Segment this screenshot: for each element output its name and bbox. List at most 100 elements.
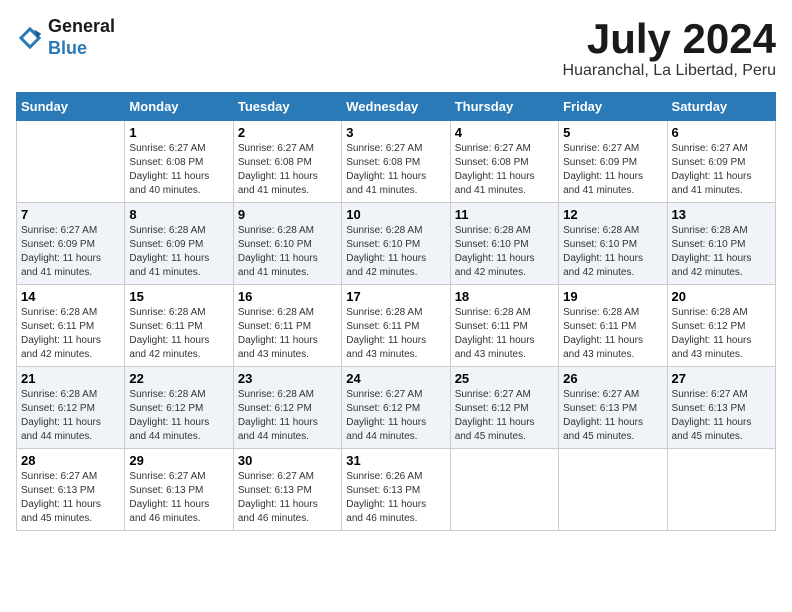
day-number: 6	[672, 125, 771, 140]
day-header-wednesday: Wednesday	[342, 93, 450, 121]
title-area: July 2024 Huaranchal, La Libertad, Peru	[563, 16, 776, 80]
day-number: 27	[672, 371, 771, 386]
day-number: 3	[346, 125, 445, 140]
calendar-cell: 15 Sunrise: 6:28 AMSunset: 6:11 PMDayligh…	[125, 285, 233, 367]
day-header-saturday: Saturday	[667, 93, 775, 121]
day-header-tuesday: Tuesday	[233, 93, 341, 121]
day-number: 15	[129, 289, 228, 304]
day-number: 20	[672, 289, 771, 304]
day-number: 2	[238, 125, 337, 140]
day-number: 5	[563, 125, 662, 140]
day-number: 16	[238, 289, 337, 304]
day-number: 28	[21, 453, 120, 468]
day-header-friday: Friday	[559, 93, 667, 121]
calendar-cell: 26 Sunrise: 6:27 AMSunset: 6:13 PMDayligh…	[559, 367, 667, 449]
calendar-cell: 13 Sunrise: 6:28 AMSunset: 6:10 PMDayligh…	[667, 203, 775, 285]
subtitle: Huaranchal, La Libertad, Peru	[563, 62, 776, 80]
day-info: Sunrise: 6:28 AMSunset: 6:11 PMDaylight:…	[455, 306, 554, 362]
calendar-cell: 27 Sunrise: 6:27 AMSunset: 6:13 PMDayligh…	[667, 367, 775, 449]
calendar-cell	[559, 449, 667, 531]
calendar-cell: 19Sunrise: 6:28 AMSunset: 6:11 PMDayligh…	[559, 285, 667, 367]
calendar-cell: 28 Sunrise: 6:27 AMSunset: 6:13 PMDayligh…	[17, 449, 125, 531]
day-info: Sunrise: 6:28 AMSunset: 6:11 PMDaylight:…	[129, 306, 228, 362]
day-number: 22	[129, 371, 228, 386]
calendar-cell: 24 Sunrise: 6:27 AMSunset: 6:12 PMDayligh…	[342, 367, 450, 449]
calendar-cell: 25Sunrise: 6:27 AMSunset: 6:12 PMDayligh…	[450, 367, 558, 449]
calendar-cell: 5Sunrise: 6:27 AMSunset: 6:09 PMDaylight…	[559, 121, 667, 203]
calendar-cell: 10Sunrise: 6:28 AMSunset: 6:10 PMDayligh…	[342, 203, 450, 285]
day-info: Sunrise: 6:28 AMSunset: 6:11 PMDaylight:…	[21, 306, 120, 362]
day-number: 29	[129, 453, 228, 468]
calendar-cell: 22 Sunrise: 6:28 AMSunset: 6:12 PMDayligh…	[125, 367, 233, 449]
day-number: 26	[563, 371, 662, 386]
day-info: Sunrise: 6:27 AMSunset: 6:13 PMDaylight:…	[129, 470, 228, 526]
calendar-cell	[667, 449, 775, 531]
day-number: 9	[238, 207, 337, 222]
day-info: Sunrise: 6:28 AMSunset: 6:10 PMDaylight:…	[672, 224, 771, 280]
day-number: 7	[21, 207, 120, 222]
calendar-cell: 9Sunrise: 6:28 AMSunset: 6:10 PMDaylight…	[233, 203, 341, 285]
day-info: Sunrise: 6:28 AMSunset: 6:12 PMDaylight:…	[21, 388, 120, 444]
day-number: 25	[455, 371, 554, 386]
day-info: Sunrise: 6:26 AMSunset: 6:13 PMDaylight:…	[346, 470, 445, 526]
calendar-cell: 17 Sunrise: 6:28 AMSunset: 6:11 PMDayligh…	[342, 285, 450, 367]
calendar-cell: 21 Sunrise: 6:28 AMSunset: 6:12 PMDayligh…	[17, 367, 125, 449]
calendar-cell: 4Sunrise: 6:27 AMSunset: 6:08 PMDaylight…	[450, 121, 558, 203]
day-info: Sunrise: 6:28 AMSunset: 6:09 PMDaylight:…	[129, 224, 228, 280]
day-info: Sunrise: 6:28 AMSunset: 6:10 PMDaylight:…	[346, 224, 445, 280]
calendar-cell: 16 Sunrise: 6:28 AMSunset: 6:11 PMDayligh…	[233, 285, 341, 367]
day-number: 30	[238, 453, 337, 468]
day-info: Sunrise: 6:27 AMSunset: 6:08 PMDaylight:…	[238, 142, 337, 198]
day-number: 23	[238, 371, 337, 386]
day-info: Sunrise: 6:27 AMSunset: 6:12 PMDaylight:…	[346, 388, 445, 444]
day-number: 17	[346, 289, 445, 304]
day-info: Sunrise: 6:27 AMSunset: 6:13 PMDaylight:…	[563, 388, 662, 444]
calendar-cell: 2 Sunrise: 6:27 AMSunset: 6:08 PMDaylight…	[233, 121, 341, 203]
calendar-table: SundayMondayTuesdayWednesdayThursdayFrid…	[16, 92, 776, 531]
week-row-2: 7 Sunrise: 6:27 AMSunset: 6:09 PMDaylight…	[17, 203, 776, 285]
calendar-cell: 20 Sunrise: 6:28 AMSunset: 6:12 PMDayligh…	[667, 285, 775, 367]
day-info: Sunrise: 6:28 AMSunset: 6:10 PMDaylight:…	[563, 224, 662, 280]
day-number: 14	[21, 289, 120, 304]
day-info: Sunrise: 6:28 AMSunset: 6:11 PMDaylight:…	[563, 306, 662, 362]
day-number: 21	[21, 371, 120, 386]
logo-general-text: General	[48, 16, 115, 36]
day-info: Sunrise: 6:27 AMSunset: 6:08 PMDaylight:…	[455, 142, 554, 198]
day-number: 11	[455, 207, 554, 222]
day-info: Sunrise: 6:27 AMSunset: 6:13 PMDaylight:…	[672, 388, 771, 444]
calendar-cell: 18Sunrise: 6:28 AMSunset: 6:11 PMDayligh…	[450, 285, 558, 367]
day-info: Sunrise: 6:28 AMSunset: 6:11 PMDaylight:…	[346, 306, 445, 362]
day-number: 8	[129, 207, 228, 222]
day-info: Sunrise: 6:27 AMSunset: 6:13 PMDaylight:…	[238, 470, 337, 526]
logo-blue-text: Blue	[48, 38, 87, 58]
calendar-cell: 30 Sunrise: 6:27 AMSunset: 6:13 PMDayligh…	[233, 449, 341, 531]
day-number: 13	[672, 207, 771, 222]
calendar-cell: 31Sunrise: 6:26 AMSunset: 6:13 PMDayligh…	[342, 449, 450, 531]
calendar-cell: 7 Sunrise: 6:27 AMSunset: 6:09 PMDaylight…	[17, 203, 125, 285]
days-header-row: SundayMondayTuesdayWednesdayThursdayFrid…	[17, 93, 776, 121]
calendar-cell	[450, 449, 558, 531]
day-header-monday: Monday	[125, 93, 233, 121]
day-info: Sunrise: 6:27 AMSunset: 6:09 PMDaylight:…	[672, 142, 771, 198]
day-info: Sunrise: 6:27 AMSunset: 6:08 PMDaylight:…	[346, 142, 445, 198]
calendar-cell: 1Sunrise: 6:27 AMSunset: 6:08 PMDaylight…	[125, 121, 233, 203]
logo: General Blue	[16, 16, 115, 59]
day-info: Sunrise: 6:27 AMSunset: 6:13 PMDaylight:…	[21, 470, 120, 526]
calendar-cell: 12Sunrise: 6:28 AMSunset: 6:10 PMDayligh…	[559, 203, 667, 285]
week-row-3: 14 Sunrise: 6:28 AMSunset: 6:11 PMDayligh…	[17, 285, 776, 367]
week-row-4: 21 Sunrise: 6:28 AMSunset: 6:12 PMDayligh…	[17, 367, 776, 449]
calendar-cell	[17, 121, 125, 203]
logo-icon	[16, 24, 44, 52]
day-number: 24	[346, 371, 445, 386]
day-info: Sunrise: 6:27 AMSunset: 6:09 PMDaylight:…	[21, 224, 120, 280]
day-info: Sunrise: 6:28 AMSunset: 6:12 PMDaylight:…	[672, 306, 771, 362]
header: General Blue July 2024 Huaranchal, La Li…	[16, 16, 776, 80]
day-header-thursday: Thursday	[450, 93, 558, 121]
day-info: Sunrise: 6:28 AMSunset: 6:11 PMDaylight:…	[238, 306, 337, 362]
day-number: 1	[129, 125, 228, 140]
day-info: Sunrise: 6:28 AMSunset: 6:10 PMDaylight:…	[455, 224, 554, 280]
day-info: Sunrise: 6:28 AMSunset: 6:12 PMDaylight:…	[129, 388, 228, 444]
week-row-1: 1 Sunrise: 6:27 AMSunset: 6:08 PMDaylight…	[17, 121, 776, 203]
week-row-5: 28 Sunrise: 6:27 AMSunset: 6:13 PMDayligh…	[17, 449, 776, 531]
main-title: July 2024	[563, 16, 776, 62]
